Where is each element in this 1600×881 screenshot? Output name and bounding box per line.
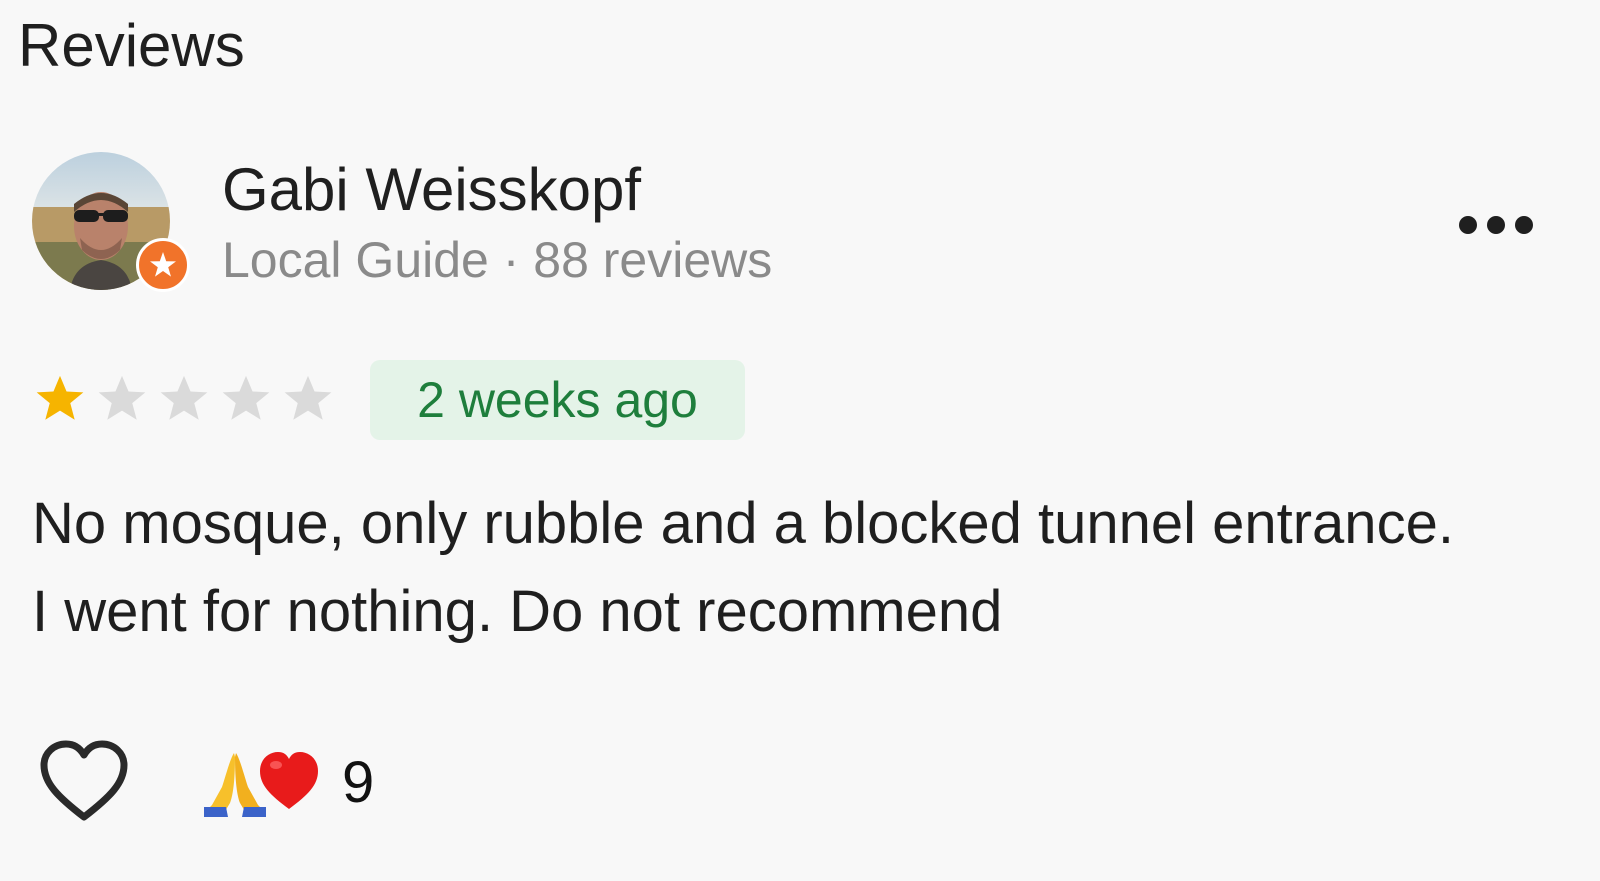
star-empty-icon (98, 375, 146, 420)
more-options-button[interactable] (1452, 205, 1540, 245)
red-heart-emoji (260, 752, 318, 809)
more-horizontal-icon (1459, 216, 1533, 234)
review-text: No mosque, only rubble and a blocked tun… (32, 491, 1454, 644)
reviewer-avatar[interactable] (32, 152, 192, 297)
star-empty-icon (160, 375, 208, 420)
like-button[interactable] (36, 736, 132, 826)
heart-outline-icon (40, 740, 128, 821)
star-empty-icon (222, 375, 270, 420)
reviewer-meta: Local Guide · 88 reviews (222, 232, 773, 288)
star-empty-icon (284, 375, 332, 420)
folded-hands-emoji (204, 753, 266, 817)
reviewer-name[interactable]: Gabi Weisskopf (222, 155, 641, 225)
star-rating (32, 370, 336, 426)
reactions-summary[interactable]: 9 (204, 742, 374, 822)
section-title: Reviews (18, 12, 245, 79)
local-guide-badge-icon (136, 238, 190, 292)
star-filled-icon (36, 375, 84, 420)
review-time-badge: 2 weeks ago (370, 360, 745, 440)
reaction-count: 9 (342, 749, 375, 815)
